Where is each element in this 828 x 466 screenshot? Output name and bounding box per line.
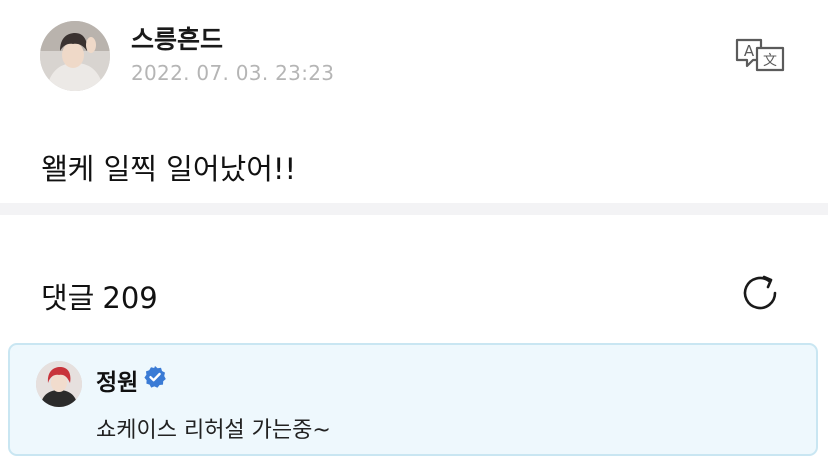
commenter-avatar[interactable] (36, 361, 82, 407)
comment-text: 쇼케이스 리허설 가는중~ (96, 418, 331, 443)
comments-count: 209 (102, 281, 158, 315)
section-divider (0, 203, 828, 215)
refresh-button[interactable] (738, 271, 782, 315)
commenter-avatar-image (36, 361, 82, 407)
post-timestamp: 2022. 07. 03. 23:23 (131, 61, 335, 85)
refresh-icon (743, 275, 777, 310)
comments-header: 댓글 209 (41, 275, 158, 317)
translate-icon: A 文 (735, 38, 785, 72)
svg-text:A: A (744, 42, 755, 60)
comments-label: 댓글 (41, 281, 95, 315)
author-avatar-image (40, 21, 110, 91)
post-body-text: 왤케 일찍 일어났어!! (41, 152, 297, 186)
translate-button[interactable]: A 文 (733, 36, 787, 72)
author-avatar[interactable] (40, 21, 110, 91)
svg-text:文: 文 (763, 53, 777, 69)
verified-badge-icon (143, 365, 167, 389)
pinned-comment-card[interactable]: 정원 쇼케이스 리허설 가는중~ (8, 343, 818, 456)
post-detail-page: 스릉흔드 2022. 07. 03. 23:23 A 文 왤케 일찍 일어났어!… (0, 0, 828, 466)
commenter-name[interactable]: 정원 (96, 363, 138, 397)
author-name[interactable]: 스릉흔드 (131, 20, 223, 56)
